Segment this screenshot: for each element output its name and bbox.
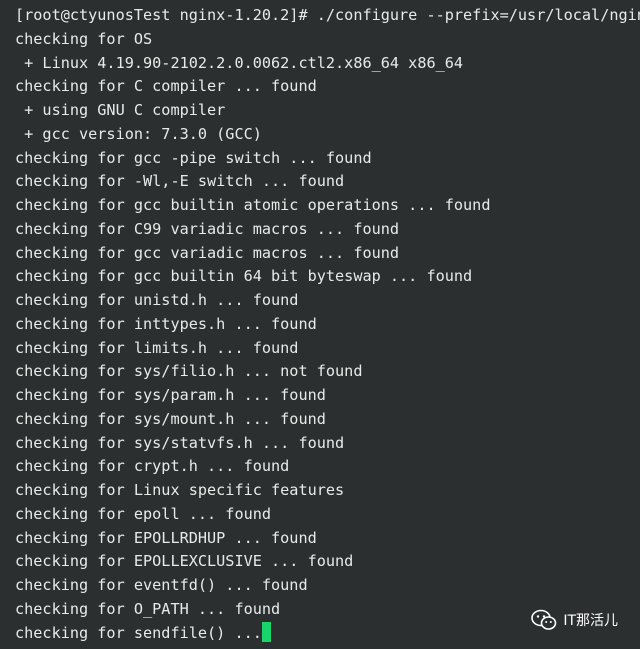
terminal-line: checking for unistd.h ... found (15, 291, 299, 309)
terminal-line: checking for C99 variadic macros ... fou… (15, 219, 400, 238)
terminal-current-text: checking for sendfile() ... (15, 623, 262, 642)
terminal-line: + Linux 4.19.90-2102.2.0.0062.ctl2.x86_6… (15, 53, 464, 72)
terminal-line: checking for sys/filio.h ... not found (15, 362, 363, 381)
watermark: IT那活儿 (531, 609, 618, 631)
terminal-line: checking for EPOLLRDHUP ... found (15, 528, 317, 547)
terminal-cursor (261, 621, 271, 642)
terminal-line: checking for gcc builtin atomic operatio… (15, 196, 491, 214)
terminal-line: checking for sys/mount.h ... found (15, 409, 326, 428)
terminal-line: checking for -Wl,-E switch ... found (15, 172, 345, 191)
terminal-line: checking for gcc variadic macros ... fou… (15, 243, 400, 262)
terminal-line: checking for epoll ... found (15, 504, 272, 523)
terminal-line: checking for sys/statvfs.h ... found (15, 433, 345, 452)
terminal-line: checking for eventfd() ... found (15, 576, 308, 594)
wechat-icon (531, 609, 557, 630)
terminal-line: checking for crypt.h ... found (15, 457, 290, 476)
terminal-window[interactable]: [root@ctyunosTest nginx-1.20.2]# ./confi… (0, 0, 640, 649)
terminal-line: checking for C compiler ... found (15, 77, 317, 96)
terminal-line: checking for gcc builtin 64 bit byteswap… (15, 267, 473, 286)
terminal-line: checking for limits.h ... found (15, 338, 299, 357)
terminal-line: + using GNU C compiler (15, 101, 226, 119)
terminal-line: checking for gcc -pipe switch ... found (15, 148, 372, 167)
terminal-line: [root@ctyunosTest nginx-1.20.2]# ./confi… (15, 6, 640, 24)
terminal-line: checking for OS (15, 29, 153, 48)
terminal-line: + gcc version: 7.3.0 (GCC) (15, 124, 262, 143)
terminal-line: checking for sys/param.h ... found (15, 386, 326, 404)
watermark-text: IT那活儿 (563, 613, 618, 629)
terminal-line: checking for inttypes.h ... found (15, 314, 317, 333)
terminal-line: checking for EPOLLEXCLUSIVE ... found (15, 552, 354, 571)
terminal-line: checking for Linux specific features (15, 481, 345, 499)
